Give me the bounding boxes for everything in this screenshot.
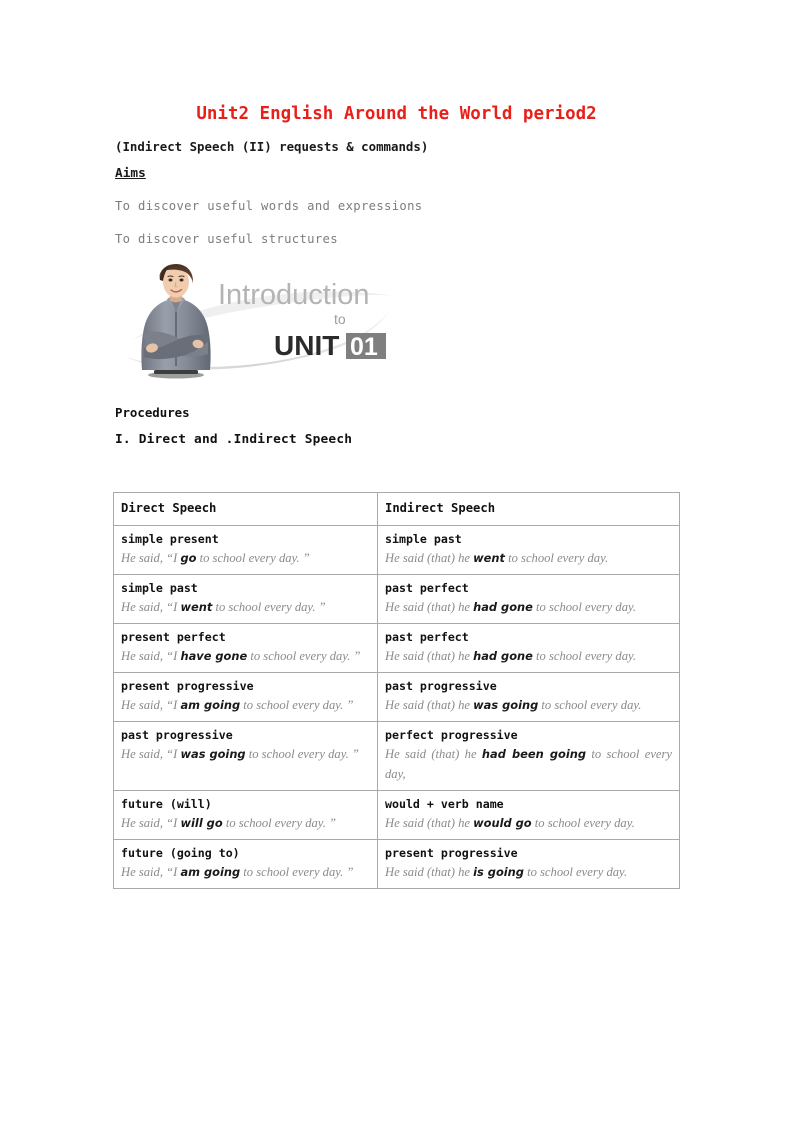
aim-item: To discover useful structures [115, 232, 338, 246]
example-sentence: He said (that) he was going to school ev… [385, 698, 642, 712]
indirect-speech-cell: perfect progressive He said (that) he ha… [377, 721, 680, 791]
table-header-cell-indirect: Indirect Speech [377, 492, 680, 526]
direct-speech-cell: future (will) He said, “I will go to sch… [113, 790, 378, 840]
tense-label: past progressive [121, 728, 233, 742]
direct-speech-cell: present progressive He said, “I am going… [113, 672, 378, 722]
indirect-speech-cell: past perfect He said (that) he had gone … [377, 574, 680, 624]
aims-heading: Aims [115, 166, 146, 181]
table-header-row: Direct Speech Indirect Speech [113, 492, 680, 526]
tense-label: future (will) [121, 797, 212, 811]
table-row: simple present He said, “I go to school … [113, 525, 680, 575]
table-body: Direct Speech Indirect Speech simple pre… [113, 492, 680, 889]
example-sentence: He said (that) he went to school every d… [385, 551, 609, 565]
table-row: simple past He said, “I went to school e… [113, 574, 680, 624]
direct-indirect-speech-table: Direct Speech Indirect Speech simple pre… [113, 492, 680, 889]
tense-label: would + verb name [385, 797, 504, 811]
aim-item: To discover useful words and expressions [115, 199, 423, 213]
procedures-heading: Procedures [115, 405, 190, 420]
example-sentence: He said (that) he had gone to school eve… [385, 649, 637, 663]
direct-speech-cell: simple present He said, “I go to school … [113, 525, 378, 575]
example-sentence: He said, “I went to school every day. ” [121, 600, 326, 614]
tense-label: past progressive [385, 679, 497, 693]
tense-label: present perfect [121, 630, 226, 644]
table-row: future (will) He said, “I will go to sch… [113, 790, 680, 840]
direct-speech-cell: present perfect He said, “I have gone to… [113, 623, 378, 673]
intro-wordmark-to: to [334, 311, 346, 327]
tense-label: past perfect [385, 630, 469, 644]
table-header-cell-direct: Direct Speech [113, 492, 378, 526]
example-sentence: He said, “I go to school every day. ” [121, 551, 310, 565]
indirect-speech-cell: simple past He said (that) he went to sc… [377, 525, 680, 575]
tense-label: simple present [121, 532, 219, 546]
tense-label: future (going to) [121, 846, 240, 860]
table-row: present progressive He said, “I am going… [113, 672, 680, 722]
direct-speech-cell: past progressive He said, “I was going t… [113, 721, 378, 791]
introduction-unit-illustration: Introduction to UNIT 01 [122, 262, 400, 380]
tense-label: simple past [385, 532, 462, 546]
direct-speech-cell: future (going to) He said, “I am going t… [113, 839, 378, 889]
table-row: future (going to) He said, “I am going t… [113, 839, 680, 889]
document-subtitle: (Indirect Speech (II) requests & command… [115, 139, 429, 154]
indirect-speech-cell: present progressive He said (that) he is… [377, 839, 680, 889]
example-sentence: He said (that) he had been going to scho… [385, 747, 672, 781]
unit-wordmark-text: UNIT [274, 330, 339, 361]
indirect-speech-cell: past progressive He said (that) he was g… [377, 672, 680, 722]
tense-label: simple past [121, 581, 198, 595]
example-sentence: He said (that) he would go to school eve… [385, 816, 635, 830]
direct-speech-cell: simple past He said, “I went to school e… [113, 574, 378, 624]
column-header-label: Indirect Speech [385, 501, 496, 515]
intro-wordmark-text: Introduction [218, 279, 370, 311]
tense-label: perfect progressive [385, 728, 518, 742]
example-sentence: He said, “I am going to school every day… [121, 865, 354, 879]
example-sentence: He said, “I am going to school every day… [121, 698, 354, 712]
indirect-speech-cell: would + verb name He said (that) he woul… [377, 790, 680, 840]
unit-number-text: 01 [350, 333, 378, 361]
tense-label: present progressive [385, 846, 518, 860]
example-sentence: He said, “I will go to school every day.… [121, 816, 336, 830]
section-heading: I. Direct and .Indirect Speech [115, 432, 353, 447]
example-sentence: He said, “I have gone to school every da… [121, 649, 361, 663]
tense-label: past perfect [385, 581, 469, 595]
table-row: past progressive He said, “I was going t… [113, 721, 680, 791]
document-page: Unit2 English Around the World period2 (… [0, 0, 793, 1122]
tense-label: present progressive [121, 679, 254, 693]
indirect-speech-cell: past perfect He said (that) he had gone … [377, 623, 680, 673]
column-header-label: Direct Speech [121, 501, 217, 515]
example-sentence: He said, “I was going to school every da… [121, 747, 359, 761]
page-title: Unit2 English Around the World period2 [196, 104, 597, 124]
example-sentence: He said (that) he is going to school eve… [385, 865, 628, 879]
example-sentence: He said (that) he had gone to school eve… [385, 600, 637, 614]
table-row: present perfect He said, “I have gone to… [113, 623, 680, 673]
person-photo [141, 264, 211, 379]
